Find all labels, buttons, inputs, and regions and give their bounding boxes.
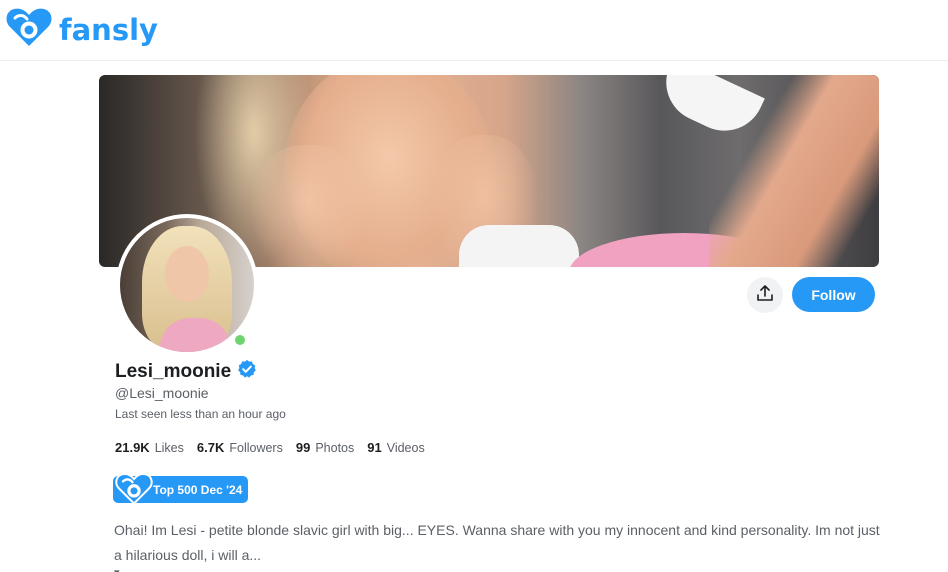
profile-stats: 21.9K Likes 6.7K Followers 99 Photos 91 … xyxy=(115,440,438,455)
share-button[interactable] xyxy=(747,277,783,313)
stat-label: Followers xyxy=(229,441,283,455)
online-status-dot xyxy=(233,333,247,347)
stat-photos[interactable]: 99 Photos xyxy=(296,440,354,455)
banner-hand-left xyxy=(249,145,369,267)
fansly-heart-icon xyxy=(115,472,153,510)
banner-shirt xyxy=(459,225,579,267)
stat-value: 91 xyxy=(367,440,382,455)
follow-button[interactable]: Follow xyxy=(792,277,875,312)
stat-label: Videos xyxy=(386,441,425,455)
stat-likes[interactable]: 21.9K Likes xyxy=(115,440,184,455)
last-seen-status: Last seen less than an hour ago xyxy=(115,407,286,421)
top-bar: fansly xyxy=(0,0,948,61)
badge-label: Top 500 Dec '24 xyxy=(153,482,243,497)
stat-label: Likes xyxy=(154,441,184,455)
username: @Lesi_moonie xyxy=(115,385,209,401)
fansly-heart-icon xyxy=(5,6,53,53)
share-upload-icon xyxy=(756,284,774,307)
logo-text: fansly xyxy=(59,12,158,47)
verified-badge-icon xyxy=(237,359,257,384)
avatar-face xyxy=(165,246,209,302)
stat-videos[interactable]: 91 Videos xyxy=(367,440,424,455)
stat-label: Photos xyxy=(315,441,355,455)
display-name: Lesi_moonie xyxy=(115,360,232,382)
avatar-image xyxy=(120,218,254,352)
stat-value: 21.9K xyxy=(115,440,150,455)
stat-value: 99 xyxy=(295,440,311,455)
stat-value: 6.7K xyxy=(196,440,225,455)
stat-followers[interactable]: 6.7K Followers xyxy=(197,440,283,455)
chevron-down-icon[interactable]: ▾ xyxy=(114,566,120,572)
fansly-logo[interactable]: fansly xyxy=(5,6,158,53)
display-name-row: Lesi_moonie xyxy=(115,359,257,384)
profile-bio: Ohai! Im Lesi - petite blonde slavic gir… xyxy=(114,522,880,563)
top-creator-badge[interactable]: Top 500 Dec '24 xyxy=(113,473,249,505)
